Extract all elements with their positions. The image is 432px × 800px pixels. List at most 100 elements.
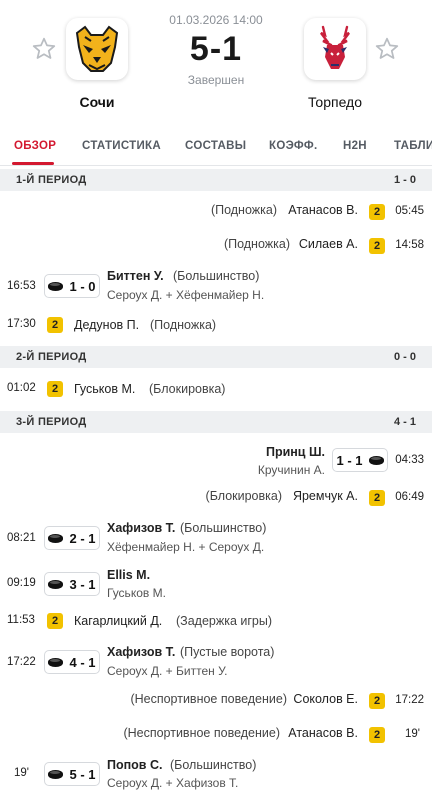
active-tab-indicator [12,162,54,165]
penalty-event[interactable]: (Подножка) Атанасов В. 2 05:45 [0,203,432,223]
deer-logo-icon [320,25,350,69]
period-score: 1 - 0 [393,174,416,186]
match-datetime: 01.03.2026 14:00 [169,13,263,27]
penalty-card-icon: 2 [369,693,385,709]
penalty-player[interactable]: Кагарлицкий Д. [74,614,162,628]
goal-running-score: 2 - 1 [69,530,96,546]
event-time: 14:58 [395,239,424,251]
penalty-player[interactable]: Силаев А. [299,237,358,251]
penalty-player[interactable]: Дедунов П. [74,318,139,332]
goal-score-box: 5 - 1 [44,762,100,786]
period-header: 1-Й ПЕРИОД 1 - 0 [0,169,432,191]
penalty-event[interactable]: (Неспортивное поведение) Соколов Е. 2 17… [0,692,432,712]
period-name: 2-Й ПЕРИОД [16,351,87,363]
goal-assists: Сероух Д. + Хафизов Т. [107,776,239,790]
goal-running-score: 3 - 1 [69,576,96,592]
penalty-reason: (Неспортивное поведение) [123,726,280,740]
goal-event[interactable]: 08:21 2 - 1 Хафизов Т. (Большинство) Хёф… [0,518,432,558]
tab-statistics[interactable]: СТАТИСТИКА [82,140,161,152]
tab-lineups[interactable]: СОСТАВЫ [185,140,246,152]
penalty-card-icon: 2 [369,238,385,254]
hockey-puck-icon [48,579,64,589]
period-name: 3-Й ПЕРИОД [16,416,87,428]
event-time: 01:02 [7,382,36,394]
home-team-name[interactable]: Сочи [37,94,157,110]
match-header: 01.03.2026 14:00 5-1 Завершен Сочи Торпе… [0,0,432,120]
penalty-player[interactable]: Атанасов В. [288,726,358,740]
penalty-player[interactable]: Соколов Е. [293,692,358,706]
goal-note: (Большинство) [173,269,260,283]
event-time: 08:21 [7,532,36,544]
penalty-event[interactable]: (Блокировка) Яремчук А. 2 06:49 [0,489,432,509]
penalty-event[interactable]: 11:53 2 Кагарлицкий Д. (Задержка игры) [0,612,432,632]
goal-assists: Сероух Д. + Хёфенмайер Н. [107,288,265,302]
hockey-puck-icon [368,455,384,465]
tab-table[interactable]: ТАБЛИ [394,140,432,152]
goal-score-box: 2 - 1 [44,526,100,550]
penalty-event[interactable]: (Подножка) Силаев А. 2 14:58 [0,237,432,257]
goal-assists: Кручинин А. [257,463,325,477]
hockey-puck-icon [48,281,64,291]
penalty-reason: (Блокировка) [205,489,282,503]
goal-score-box: 3 - 1 [44,572,100,596]
penalty-event[interactable]: 01:02 2 Гуськов М. (Блокировка) [0,380,432,400]
goal-note: (Большинство) [180,521,267,535]
event-time: 09:19 [7,577,36,589]
penalty-reason: (Блокировка) [149,382,226,396]
goal-scorer[interactable]: Попов С. [107,758,162,772]
penalty-event[interactable]: (Неспортивное поведение) Атанасов В. 2 1… [0,726,432,746]
favorite-away-star-icon[interactable] [374,36,400,62]
period-score: 0 - 0 [393,351,416,363]
period-header: 2-Й ПЕРИОД 0 - 0 [0,346,432,368]
goal-running-score: 5 - 1 [69,766,96,782]
penalty-card-icon: 2 [369,727,385,743]
goal-scorer[interactable]: Хафизов Т. [107,521,175,535]
goal-event[interactable]: 16:53 1 - 0 Биттен У. (Большинство) Серо… [0,266,432,306]
event-time: 16:53 [7,280,36,292]
event-time: 05:45 [395,205,424,217]
penalty-player[interactable]: Гуськов М. [74,382,135,396]
penalty-reason: (Задержка игры) [176,614,273,628]
event-time: 04:33 [395,454,424,466]
hockey-puck-icon [48,769,64,779]
goal-event[interactable]: 09:19 3 - 1 Ellis M. Гуськов М. [0,566,432,606]
goal-assists: Сероух Д. + Биттен У. [107,664,228,678]
penalty-player[interactable]: Яремчук А. [293,489,358,503]
penalty-reason: (Подножка) [223,237,290,251]
penalty-reason: (Подножка) [210,203,277,217]
goal-score-box: 4 - 1 [44,650,100,674]
goal-event[interactable]: 17:22 4 - 1 Хафизов Т. (Пустые ворота) С… [0,642,432,682]
tab-overview[interactable]: ОБЗОР [14,140,56,152]
penalty-reason: (Подножка) [150,318,217,332]
goal-event[interactable]: 19' 5 - 1 Попов С. (Большинство) Сероух … [0,756,432,796]
hockey-puck-icon [48,533,64,543]
period-score: 4 - 1 [393,416,416,428]
away-team-logo[interactable] [304,18,366,80]
goal-score-box: 1 - 1 [332,448,388,472]
goal-event[interactable]: Принц Ш. Кручинин А. 1 - 1 04:33 [0,442,432,482]
period-name: 1-Й ПЕРИОД [16,174,87,186]
penalty-event[interactable]: 17:30 2 Дедунов П. (Подножка) [0,316,432,336]
goal-scorer[interactable]: Биттен У. [107,269,164,283]
event-time: 19' [14,767,29,779]
hockey-puck-icon [48,657,64,667]
tab-h2h[interactable]: H2H [343,140,367,152]
goal-scorer[interactable]: Ellis M. [107,568,150,582]
penalty-player[interactable]: Атанасов В. [288,203,358,217]
event-time: 06:49 [395,491,424,503]
event-time: 19' [405,728,420,740]
penalty-card-icon: 2 [47,381,63,397]
goal-scorer[interactable]: Хафизов Т. [107,645,175,659]
goal-running-score: 1 - 0 [69,278,96,294]
penalty-reason: (Неспортивное поведение) [130,692,287,706]
goal-running-score: 1 - 1 [336,452,363,468]
event-time: 17:30 [7,318,36,330]
goal-running-score: 4 - 1 [69,654,96,670]
penalty-card-icon: 2 [369,204,385,220]
away-team-name[interactable]: Торпедо [275,94,395,110]
goal-assists: Гуськов М. [107,586,166,600]
tab-bar: ОБЗОР СТАТИСТИКА СОСТАВЫ КОЭФФ. H2H ТАБЛ… [0,128,432,166]
tab-odds[interactable]: КОЭФФ. [269,140,317,152]
goal-scorer[interactable]: Принц Ш. [266,445,325,459]
goal-note: (Большинство) [170,758,257,772]
